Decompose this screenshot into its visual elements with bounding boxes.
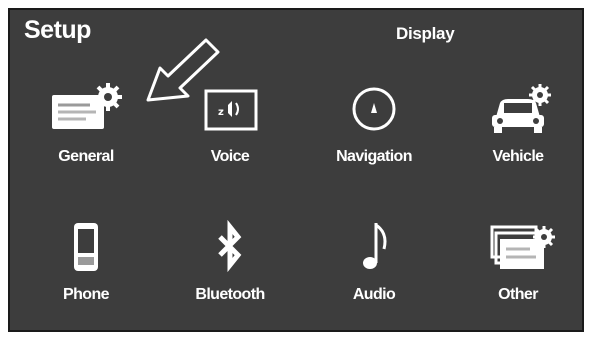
other-settings-icon [458, 216, 578, 278]
menu-item-label: Other [498, 286, 538, 303]
display-button[interactable]: Display [396, 24, 455, 44]
menu-item-voice[interactable]: z Voice [170, 78, 290, 178]
general-settings-icon [26, 78, 146, 140]
phone-icon [26, 216, 146, 278]
bluetooth-icon [170, 216, 290, 278]
page-title: Setup [24, 16, 91, 44]
audio-note-icon [314, 216, 434, 278]
menu-item-label: General [58, 148, 114, 165]
vehicle-settings-icon [458, 78, 578, 140]
navigation-compass-icon [314, 78, 434, 140]
menu-item-navigation[interactable]: Navigation [314, 78, 434, 178]
menu-item-vehicle[interactable]: Vehicle [458, 78, 578, 178]
menu-item-label: Bluetooth [195, 286, 265, 303]
menu-item-audio[interactable]: Audio [314, 216, 434, 316]
menu-item-general[interactable]: General [26, 78, 146, 178]
svg-text:z: z [218, 107, 224, 118]
menu-item-other[interactable]: Other [458, 216, 578, 316]
menu-item-label: Audio [352, 286, 396, 303]
menu-item-label: Vehicle [492, 148, 545, 165]
menu-item-label: Navigation [336, 148, 412, 165]
voice-icon: z [170, 78, 290, 140]
menu-item-label: Phone [63, 286, 110, 303]
setup-screen: Setup Display General z Voice Navigation… [8, 8, 584, 332]
menu-item-label: Voice [210, 148, 250, 165]
menu-item-bluetooth[interactable]: Bluetooth [170, 216, 290, 316]
menu-item-phone[interactable]: Phone [26, 216, 146, 316]
